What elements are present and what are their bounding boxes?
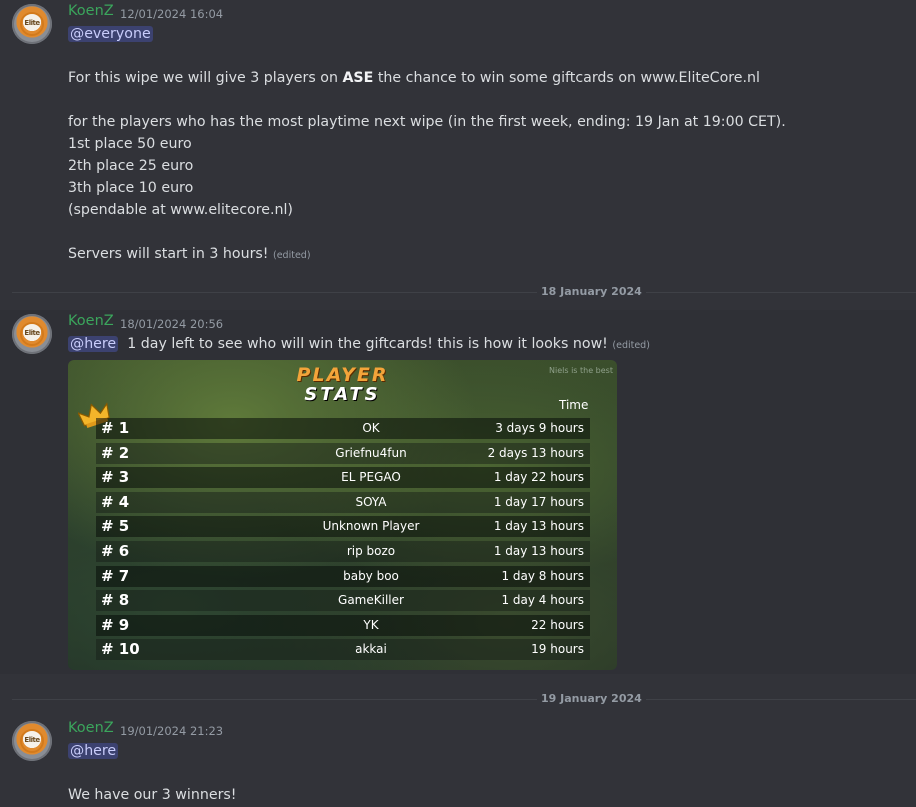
user-avatar[interactable]: Elite — [12, 4, 52, 44]
message-text: for the players who has the most playtim… — [68, 114, 786, 130]
stats-playtime: 1 day 8 hours — [501, 568, 584, 583]
time-column-header: Time — [559, 398, 589, 412]
stats-row: # 9 YK 22 hours — [96, 614, 590, 636]
stats-player-name: OK — [362, 421, 380, 435]
stats-player-name: rip bozo — [346, 544, 396, 558]
stats-player-name: YK — [363, 617, 379, 632]
stats-playtime: 19 hours — [531, 642, 584, 657]
stats-rank: # 2 — [101, 443, 130, 462]
mention-everyone[interactable]: @everyone — [68, 26, 153, 42]
stats-row: # 10 akkai 19 hours — [96, 639, 590, 661]
user-avatar[interactable]: Elite — [12, 314, 52, 354]
message-1: Elite KoenZ 12/01/2024 16:04 @everyone F… — [0, 0, 916, 268]
stats-playtime: 2 days 13 hours — [487, 445, 584, 460]
message-text: 2th place 25 euro — [68, 158, 194, 174]
avatar-logo-text: Elite — [24, 329, 40, 337]
stats-rank: # 4 — [101, 492, 130, 511]
author-name[interactable]: KoenZ — [68, 313, 114, 329]
stats-rank: # 7 — [101, 566, 130, 585]
message-mention-line: @here — [68, 740, 119, 762]
message-text: For this wipe we will give 3 players on … — [68, 67, 760, 89]
author-name[interactable]: KoenZ — [68, 720, 114, 736]
mention-here[interactable]: @here — [68, 336, 119, 352]
stats-player-name: EL PEGAO — [341, 470, 401, 485]
message-mention-line: @everyone — [68, 23, 153, 45]
stats-player-name: akkai — [355, 642, 387, 657]
date-divider — [12, 699, 916, 700]
text-segment: Servers will start in 3 hours! — [68, 246, 269, 262]
edited-label: (edited) — [612, 340, 650, 351]
stats-playtime: 1 day 13 hours — [493, 544, 584, 558]
stats-row: # 3 EL PEGAO 1 day 22 hours — [96, 467, 590, 489]
stats-rank: # 3 — [101, 468, 130, 487]
stats-row: # 8 GameKiller 1 day 4 hours — [96, 590, 590, 612]
stats-playtime: 1 day 17 hours — [493, 494, 584, 509]
text-segment: For this wipe we will give 3 players on — [68, 70, 343, 86]
stats-rank: # 8 — [101, 591, 130, 610]
mention-here[interactable]: @here — [68, 743, 119, 759]
stats-playtime: 1 day 13 hours — [493, 519, 584, 534]
message-text: Servers will start in 3 hours! (edited) — [68, 243, 311, 267]
user-avatar[interactable]: Elite — [12, 721, 52, 761]
date-divider — [12, 292, 916, 293]
message-text: 3th place 10 euro — [68, 180, 194, 196]
stats-row: # 2 Griefnu4fun 2 days 13 hours — [96, 442, 590, 464]
avatar-logo-text: Elite — [24, 19, 40, 27]
stats-rank: # 5 — [101, 517, 130, 536]
avatar-logo-text: Elite — [24, 736, 40, 744]
stats-playtime: 1 day 4 hours — [501, 593, 584, 608]
stats-row: # 4 SOYA 1 day 17 hours — [96, 491, 590, 513]
text-segment: the chance to win some giftcards on www.… — [373, 70, 760, 86]
stats-row: # 6 rip bozo 1 day 13 hours — [96, 541, 590, 562]
stats-title-player: PLAYER — [296, 364, 389, 386]
stats-row: # 5 Unknown Player 1 day 13 hours — [96, 516, 590, 538]
edited-label: (edited) — [273, 250, 311, 261]
timestamp[interactable]: 18/01/2024 20:56 — [120, 317, 223, 331]
message-text: (spendable at www.elitecore.nl) — [68, 202, 293, 218]
stats-rank: # 1 — [101, 419, 130, 437]
date-divider-label: 19 January 2024 — [537, 692, 646, 705]
stats-row: # 7 baby boo 1 day 8 hours — [96, 565, 590, 587]
player-stats-image[interactable]: Niels is the best PLAYER STATS Time # 1O… — [68, 360, 617, 670]
stats-player-name: Unknown Player — [322, 519, 420, 534]
author-name[interactable]: KoenZ — [68, 3, 114, 19]
text-segment: 1 day left to see who will win the giftc… — [127, 336, 608, 352]
date-divider-label: 18 January 2024 — [537, 285, 646, 298]
stats-playtime: 1 day 22 hours — [493, 470, 584, 485]
stats-rank: # 10 — [101, 640, 140, 659]
stats-rank: # 9 — [101, 615, 130, 634]
message-text: 1st place 50 euro — [68, 136, 192, 152]
stats-player-name: SOYA — [355, 494, 387, 509]
stats-playtime: 3 days 9 hours — [495, 421, 584, 435]
message-text: We have our 3 winners! — [68, 787, 237, 803]
timestamp[interactable]: 12/01/2024 16:04 — [120, 7, 223, 21]
stats-row: # 1 OK 3 days 9 hours — [96, 418, 590, 439]
message-3: Elite KoenZ 19/01/2024 21:23 @here We ha… — [0, 717, 916, 807]
stats-player-name: GameKiller — [338, 593, 404, 608]
stats-player-name: Griefnu4fun — [335, 445, 407, 460]
timestamp[interactable]: 19/01/2024 21:23 — [120, 724, 223, 738]
stats-playtime: 22 hours — [531, 617, 584, 632]
stats-title-stats: STATS — [304, 384, 381, 405]
stats-rank: # 6 — [101, 542, 130, 560]
bold-text: ASE — [342, 70, 374, 86]
message-text: @here 1 day left to see who will win the… — [68, 333, 650, 357]
stats-player-name: baby boo — [343, 568, 399, 583]
